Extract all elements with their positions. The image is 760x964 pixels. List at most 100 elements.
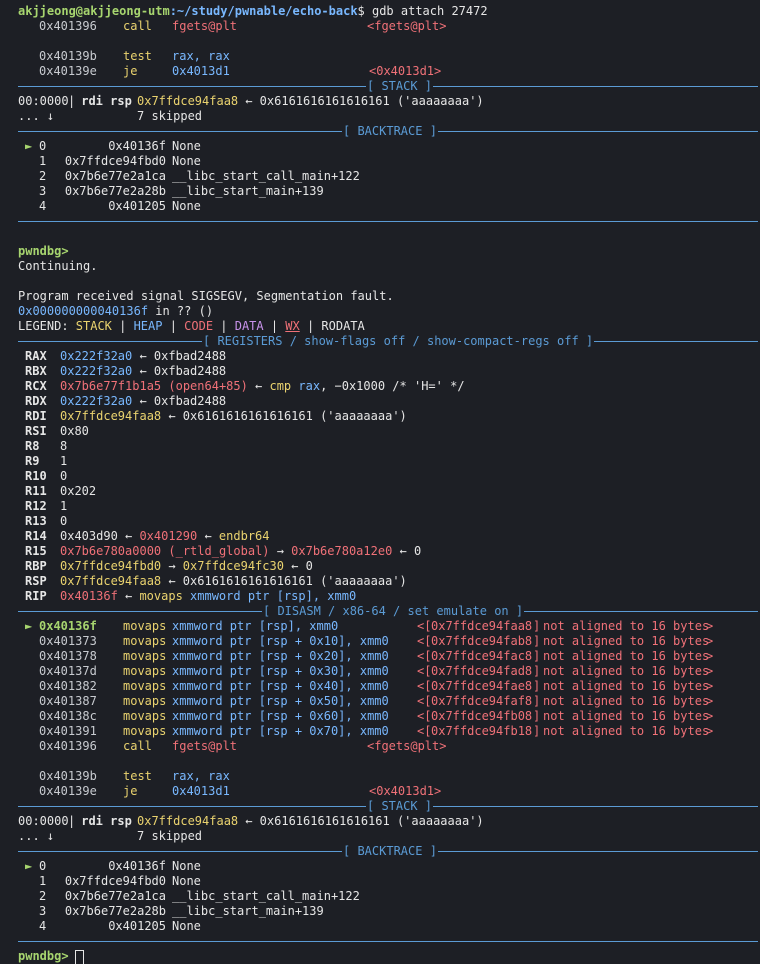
fault-location-text: in ?? () [148,304,214,318]
register-row: R8 8 [0,439,760,454]
alignment-note-end: > [706,679,714,693]
terminal-window[interactable]: akjjeong@akjjeong-utm:~/study/pwnable/ec… [0,0,760,964]
register-value-part: 0x222f32a0 [60,349,133,363]
stack-address: 0x7ffdce94faa8 [137,814,239,828]
disasm-row: 0x40139e je 0x4013d1 <0x4013d1> [0,784,760,799]
register-row: RIP 0x40136f ← movaps xmmword ptr [rsp], … [0,589,760,604]
backtrace-header: [ BACKTRACE ] [0,124,760,139]
legend-sep: | [263,319,286,333]
frame-address: 0x401205 [108,919,166,933]
register-value-part [183,589,190,604]
pwndbg-input-line: pwndbg> [0,949,760,964]
alignment-note-text: not aligned to 16 bytes [543,709,710,723]
instruction-mnemonic: movaps [123,634,167,648]
terminal-cursor[interactable] [75,950,84,964]
alignment-note-open: <[ [417,619,432,633]
register-value-part: 0x7ffdce94fc30 [182,559,284,573]
register-value-part: ← 0xfbad2488 [132,349,227,363]
prompt-path: :~/study/pwnable/echo-back [169,4,358,18]
alignment-note-end: > [706,709,714,723]
alignment-note-text: not aligned to 16 bytes [543,679,710,693]
alignment-note-open: <[ [417,649,432,663]
branch-target: <fgets@plt> [367,19,447,33]
instruction-mnemonic: movaps [123,694,167,708]
instruction-operand: fgets@plt [172,739,238,753]
legend-stack: STACK [75,319,112,333]
register-value-part [291,379,298,394]
alignment-note-address: 0x7ffdce94fad8 [431,664,533,678]
register-value-part: 0x401290 [139,529,198,543]
legend-code: CODE [184,319,214,333]
register-row: RAX 0x222f32a0 ← 0xfbad2488 [0,349,760,364]
instruction-mnemonic: movaps [123,649,167,663]
alignment-note-address: 0x7ffdce94fae8 [431,679,533,693]
instruction-address: 0x40139e [39,784,97,798]
instruction-address: 0x401396 [39,19,97,33]
current-frame-marker: ► [25,139,33,153]
continuing-text: Continuing. [18,259,98,273]
alignment-note-close: ] [533,709,541,723]
alignment-note-open: <[ [417,709,432,723]
stack-entry: 00:0000 | rdi rsp 0x7ffdce94faa8 ← 0x6161… [0,814,760,829]
register-value-part: ← 0x6161616161616161 ('aaaaaaaa') [161,574,407,588]
disasm-row: 0x40137d movaps xmmword ptr [rsp + 0x30], … [0,664,760,679]
alignment-note-address: 0x7ffdce94fb08 [431,709,533,723]
register-row: RSP 0x7ffdce94faa8 ← 0x6161616161616161 (… [0,574,760,589]
register-value-part: 0x7b6e780a0000 (_rtld_global) [60,544,270,558]
frame-index: 4 [39,199,47,213]
frame-address: 0x7ffdce94fbd0 [64,154,166,168]
backtrace-header: [ BACKTRACE ] [0,844,760,859]
frame-address: 0x7b6e77e2a28b [64,184,166,198]
instruction-mnemonic: call [123,739,152,753]
frame-symbol: __libc_start_call_main+122 [172,889,360,903]
prompt-user-host: akjjeong@akjjeong-utm [18,4,170,18]
register-name: RSP [25,574,47,588]
branch-target: <fgets@plt> [367,739,447,753]
register-row: RDI 0x7ffdce94faa8 ← 0x6161616161616161 (… [0,409,760,424]
disasm-row: 0x401382 movaps xmmword ptr [rsp + 0x40], … [0,679,760,694]
instruction-address: 0x40137d [39,664,97,678]
instruction-address: 0x40139e [39,64,97,78]
frame-index: 1 [39,154,47,168]
pwndbg-prompt-line: pwndbg> [0,244,760,259]
frame-symbol: __libc_start_call_main+122 [172,169,360,183]
alignment-note-address: 0x7ffdce94fb18 [431,724,533,738]
instruction-address: 0x40138c [39,709,97,723]
register-value-part: 0x80 [60,424,89,438]
legend-sep: | [111,319,134,333]
frame-symbol: __libc_start_main+139 [172,904,324,918]
backtrace-frame: 4 0x401205 None [0,919,760,934]
register-name: RDX [25,394,47,408]
legend-heap: HEAP [133,319,163,333]
current-instruction-marker: ► [25,619,33,633]
instruction-address: 0x401382 [39,679,97,693]
register-row: R11 0x202 [0,484,760,499]
alignment-note-end: > [706,664,714,678]
register-value-part: ← 0xfbad2488 [132,364,227,378]
alignment-note-end: > [706,634,714,648]
stack-regs: rdi rsp [74,94,140,108]
register-row: R10 0 [0,469,760,484]
instruction-operand: 0x4013d1 [172,784,230,798]
stack-header: [ STACK ] [0,79,760,94]
frame-index: 1 [39,874,47,888]
alignment-note-address: 0x7ffdce94faf8 [431,694,533,708]
stack-header: [ STACK ] [0,799,760,814]
register-row: R14 0x403d90 ← 0x401290 ← endbr64 [0,529,760,544]
disasm-row: 0x401373 movaps xmmword ptr [rsp + 0x10], … [0,634,760,649]
legend-sep: | [213,319,235,333]
register-value-part: 1 [60,499,68,513]
stack-regs: rdi rsp [74,814,140,828]
instruction-operand: rax, rax [172,769,230,783]
instruction-mnemonic: test [123,49,152,63]
section-title: [ BACKTRACE ] [342,844,438,859]
stack-offset: 00:0000 [18,94,69,108]
backtrace-frame: ► 0 0x40136f None [0,859,760,874]
register-value-part: ← [247,379,270,393]
register-name: RSI [25,424,47,438]
pwndbg-prompt: pwndbg> [18,949,69,963]
frame-address: 0x401205 [108,199,166,213]
register-name: R14 [25,529,47,543]
alignment-note-text: not aligned to 16 bytes [543,724,710,738]
